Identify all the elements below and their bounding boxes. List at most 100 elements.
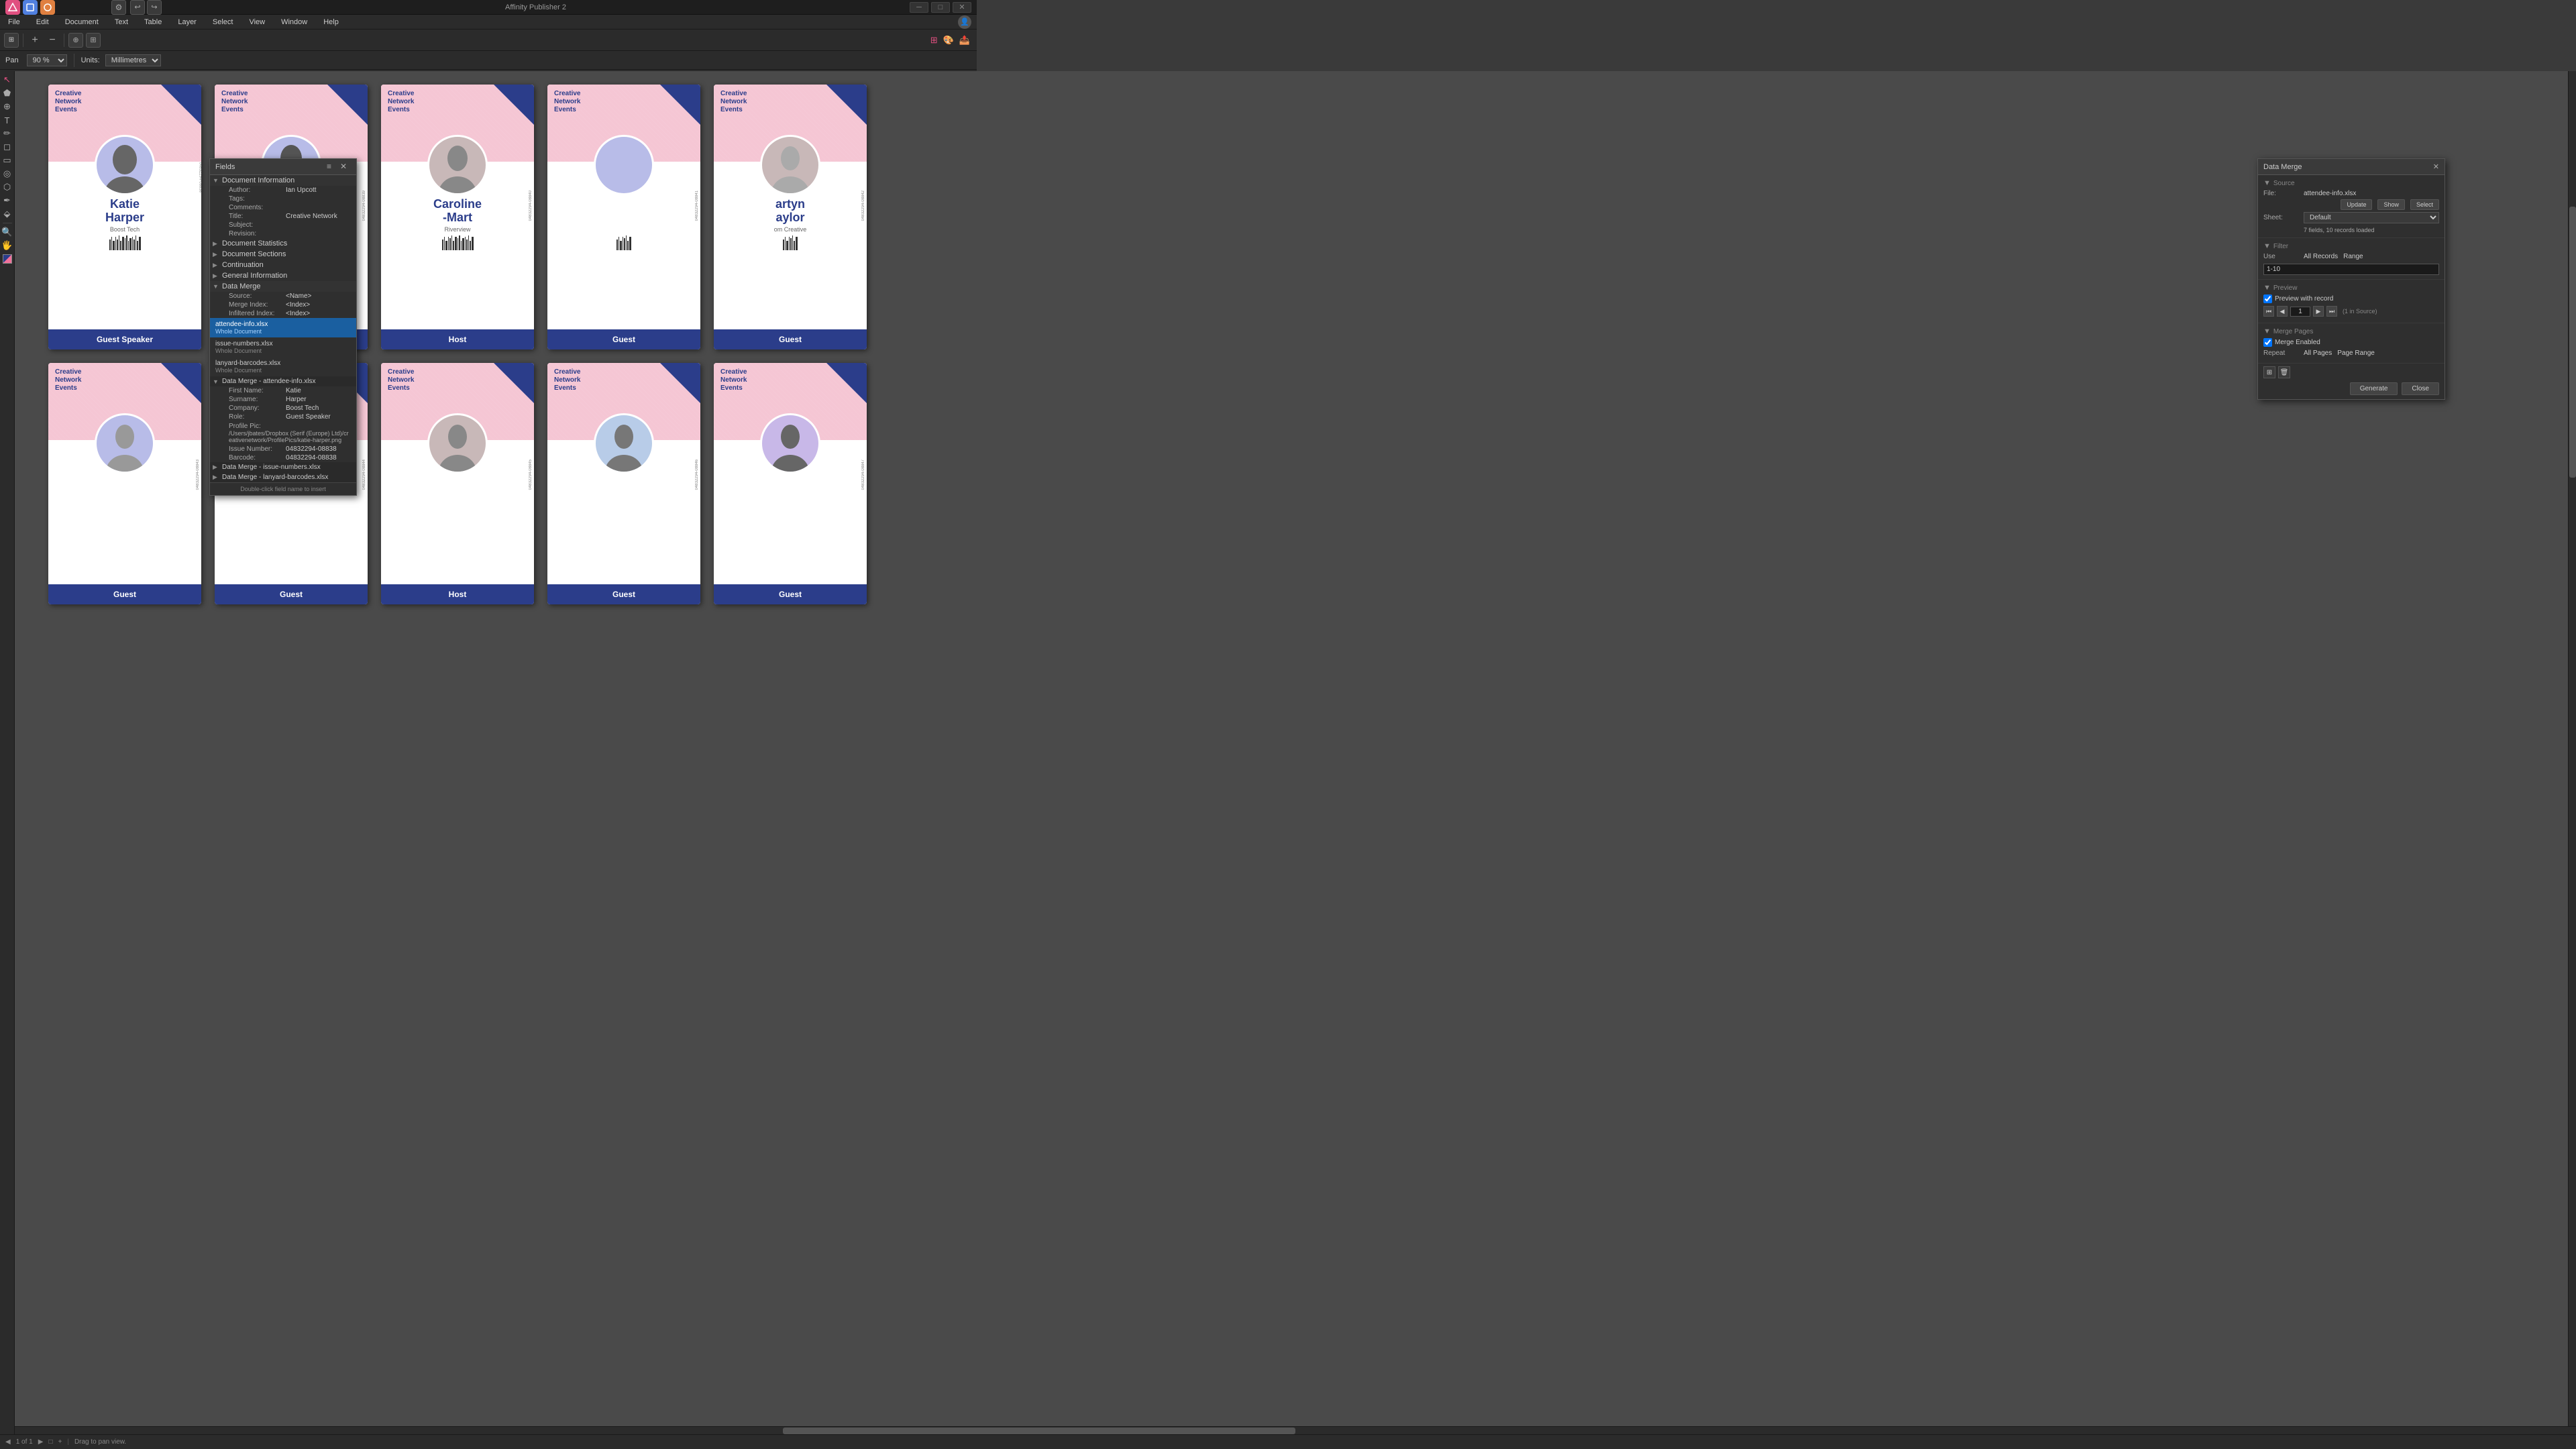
issue-merge-section[interactable]: ▶ Data Merge - issue-numbers.xlsx — [210, 462, 356, 472]
fill-tool[interactable]: ⬙ — [1, 208, 13, 220]
zoom-select[interactable]: 90 % 100 % 75 % — [27, 54, 67, 66]
close-dm-btn[interactable]: Close — [2402, 382, 2439, 395]
preview-checkbox[interactable] — [2263, 294, 2272, 303]
merge-trash-icon[interactable]: 🗑 — [2278, 366, 2290, 378]
data-merge-icon[interactable]: ⊞ — [930, 35, 938, 46]
doc-sections-section[interactable]: ▶ Document Sections — [210, 249, 356, 260]
menu-edit[interactable]: Edit — [34, 17, 52, 28]
merge-enabled-checkbox[interactable] — [2263, 338, 2272, 347]
color-swatch[interactable] — [1, 253, 13, 265]
select-tool[interactable]: ↖ — [1, 74, 13, 86]
add-page-btn[interactable]: + — [58, 1438, 62, 1446]
vertical-scrollbar[interactable] — [2568, 71, 2576, 1426]
preview-last-btn[interactable]: ⏭ — [2326, 306, 2337, 317]
preview-next-btn[interactable]: ▶ — [2313, 306, 2324, 317]
menu-text[interactable]: Text — [112, 17, 131, 28]
zoom-tool[interactable]: 🔍 — [1, 226, 13, 238]
win-close-btn[interactable]: ✕ — [953, 2, 971, 13]
horizontal-scrollbar[interactable] — [15, 1426, 2576, 1434]
rectangle-tool[interactable]: ▭ — [1, 154, 13, 166]
menu-window[interactable]: Window — [278, 17, 310, 28]
attendee-merge-section[interactable]: ▼ Data Merge - attendee-info.xlsx — [210, 376, 356, 386]
select-btn[interactable]: Select — [2410, 199, 2439, 210]
pen-tool[interactable]: ✏ — [1, 127, 13, 140]
merge-table-icon[interactable]: ⊞ — [2263, 366, 2275, 378]
general-info-section[interactable]: ▶ General Information — [210, 270, 356, 281]
all-pages-option[interactable]: All Pages — [2304, 350, 2332, 357]
firstname-field: First Name:Katie — [210, 386, 356, 395]
source-section-header[interactable]: ▼ Source — [2263, 179, 2439, 187]
filter-section-header[interactable]: ▼ Filter — [2263, 242, 2439, 250]
lanyard-source-sub: Whole Document — [215, 367, 351, 374]
lanyard-merge-section[interactable]: ▶ Data Merge - lanyard-barcodes.xlsx — [210, 472, 356, 482]
menu-view[interactable]: View — [246, 17, 268, 28]
pan-tool[interactable]: 🖐 — [1, 239, 13, 252]
toolbar-redo-btn[interactable]: ↪ — [147, 0, 162, 15]
show-btn[interactable]: Show — [2377, 199, 2405, 210]
menu-document[interactable]: Document — [62, 17, 101, 28]
barcode-field: Barcode:04832294-08838 — [210, 453, 356, 462]
polygon-tool[interactable]: ⬡ — [1, 181, 13, 193]
lanyard-source-item[interactable]: lanyard-barcodes.xlsx Whole Document — [210, 357, 356, 376]
merge-pages-header[interactable]: ▼ Merge Pages — [2263, 327, 2439, 335]
crop-tool[interactable]: ⊕ — [1, 101, 13, 113]
user-account-icon[interactable]: 👤 — [958, 15, 971, 29]
page-range-option[interactable]: Page Range — [2337, 350, 2375, 357]
fields-panel-menu-icon[interactable]: ≡ — [327, 162, 337, 172]
canvas-area[interactable]: CreativeNetworkEvents KatieHarper Boost … — [15, 71, 2576, 1434]
text-tool[interactable]: T — [1, 114, 13, 126]
page-thumb-btn[interactable]: □ — [48, 1438, 52, 1446]
fields-panel-close-icon[interactable]: ✕ — [340, 162, 351, 172]
preview-section: ▼ Preview Preview with record ⏮ ◀ ▶ ⏭ (1… — [2258, 280, 2445, 323]
toolbar-undo-btn[interactable]: ↩ — [130, 0, 145, 15]
zoom-in-btn[interactable]: + — [28, 33, 42, 48]
preview-record-input[interactable] — [2290, 307, 2310, 317]
shape-tool[interactable]: ◻ — [1, 141, 13, 153]
sheet-select[interactable]: Default — [2304, 212, 2439, 223]
issue-source-item[interactable]: issue-numbers.xlsx Whole Document — [210, 337, 356, 357]
units-select[interactable]: Millimetres Pixels Inches — [105, 54, 161, 66]
publish-icon[interactable]: 📤 — [959, 35, 970, 46]
range-input[interactable] — [2263, 264, 2439, 275]
preview-prev-btn[interactable]: ◀ — [2277, 306, 2288, 317]
ellipse-tool[interactable]: ◎ — [1, 168, 13, 180]
doc-stats-arrow: ▶ — [213, 240, 219, 248]
data-merge-header[interactable]: Data Merge ✕ — [2258, 159, 2445, 175]
doc-stats-section[interactable]: ▶ Document Statistics — [210, 238, 356, 249]
prev-page-btn[interactable]: ◀ — [5, 1438, 11, 1446]
data-merge-close-icon[interactable]: ✕ — [2433, 162, 2439, 171]
grid-btn[interactable]: ⊞ — [86, 33, 101, 48]
attendee-source-name: attendee-info.xlsx — [215, 321, 351, 328]
zoom-out-btn[interactable]: − — [45, 33, 60, 48]
range-option[interactable]: Range — [2343, 253, 2363, 260]
continuation-section[interactable]: ▶ Continuation — [210, 260, 356, 270]
all-records-option[interactable]: All Records — [2304, 253, 2338, 260]
menu-select[interactable]: Select — [210, 17, 236, 28]
win-minimize-btn[interactable]: ─ — [910, 2, 928, 13]
toolbar-settings-icon[interactable]: ⚙ — [111, 0, 126, 15]
snap-btn[interactable]: ⊕ — [68, 33, 83, 48]
units-label: Units: — [81, 56, 100, 64]
menu-table[interactable]: Table — [142, 17, 164, 28]
attendee-source-item[interactable]: attendee-info.xlsx Whole Document — [210, 318, 356, 337]
generate-btn[interactable]: Generate — [2350, 382, 2398, 395]
doc-info-section[interactable]: ▼ Document Information — [210, 175, 356, 186]
vector-brush-tool[interactable]: ✒ — [1, 195, 13, 207]
menu-layer[interactable]: Layer — [175, 17, 199, 28]
preview-first-btn[interactable]: ⏮ — [2263, 306, 2274, 317]
next-page-btn[interactable]: ▶ — [38, 1438, 44, 1446]
menu-file[interactable]: File — [5, 17, 23, 28]
node-tool[interactable]: ⬟ — [1, 87, 13, 99]
view-mode-btn[interactable]: ⊞ — [4, 33, 19, 48]
update-btn[interactable]: Update — [2341, 199, 2372, 210]
menu-help[interactable]: Help — [321, 17, 341, 28]
preview-section-header[interactable]: ▼ Preview — [2263, 284, 2439, 292]
app-logo — [5, 0, 20, 15]
comments-field: Comments: — [210, 203, 356, 212]
issue-source-name: issue-numbers.xlsx — [215, 340, 351, 347]
fields-panel-header[interactable]: Fields ≡ ✕ — [210, 159, 356, 175]
data-merge-section[interactable]: ▼ Data Merge — [210, 281, 356, 292]
win-maximize-btn[interactable]: □ — [931, 2, 950, 13]
affinity-icon-pub — [23, 0, 38, 15]
color-picker-icon[interactable]: 🎨 — [943, 35, 954, 46]
